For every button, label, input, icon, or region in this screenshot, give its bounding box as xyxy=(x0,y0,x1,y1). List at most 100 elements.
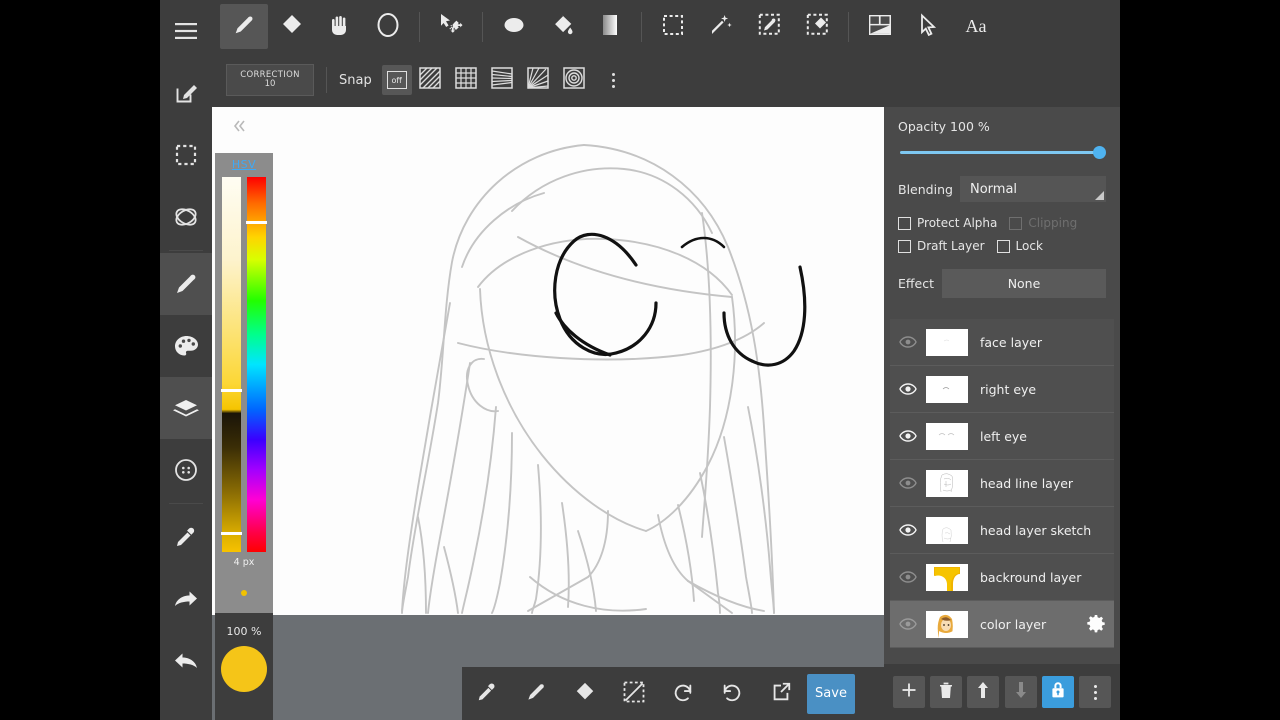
hsv-mode-label[interactable]: HSV xyxy=(215,153,273,171)
hue-marker[interactable] xyxy=(246,221,267,224)
tool-select-draw[interactable] xyxy=(745,4,793,49)
save-button[interactable]: Save xyxy=(807,673,855,714)
table-row[interactable]: color layer xyxy=(890,601,1114,648)
undo-arrow-icon xyxy=(173,651,199,671)
snap-concentric-button[interactable] xyxy=(484,62,520,98)
opacity-slider-track[interactable] xyxy=(900,151,1096,154)
sv-marker-top[interactable] xyxy=(221,389,242,392)
tool-move[interactable] xyxy=(427,4,475,49)
tool-gradient[interactable] xyxy=(586,4,634,49)
layer-visibility-toggle[interactable] xyxy=(890,618,926,630)
table-row[interactable]: backround layer xyxy=(890,554,1114,601)
layer-visibility-toggle[interactable] xyxy=(890,571,926,583)
checkbox-box xyxy=(898,216,911,230)
current-color-swatch[interactable] xyxy=(221,646,267,692)
eraser-icon xyxy=(280,13,304,41)
lock-layer-button[interactable] xyxy=(1041,676,1074,708)
sidebar-item-undo[interactable] xyxy=(160,630,212,692)
filled-ellipse-icon xyxy=(501,15,527,39)
canvas-undo-button[interactable] xyxy=(658,667,707,720)
sidebar-item-selection[interactable] xyxy=(160,124,212,186)
correction-setting[interactable]: CORRECTION 10 xyxy=(226,64,314,96)
blending-mode-select[interactable]: Normal xyxy=(960,176,1106,202)
tool-bucket[interactable] xyxy=(538,4,586,49)
tool-text[interactable]: Aa xyxy=(952,4,1000,49)
sidebar-item-settings[interactable] xyxy=(160,439,212,501)
draft-layer-checkbox[interactable]: Draft Layer xyxy=(898,239,985,253)
snap-grid-icon xyxy=(454,67,477,93)
snap-grid-button[interactable] xyxy=(448,62,484,98)
tool-frame-divide[interactable] xyxy=(856,4,904,49)
eyedropper-icon xyxy=(476,681,498,707)
pencil-icon xyxy=(173,271,199,297)
tool-blur[interactable] xyxy=(364,4,412,49)
add-layer-button[interactable] xyxy=(892,676,925,708)
letterbox-left xyxy=(0,0,160,720)
snap-off-button[interactable]: off xyxy=(381,65,412,95)
drawing-canvas[interactable] xyxy=(212,107,884,615)
layer-list[interactable]: face layer right eye left eye head line … xyxy=(890,319,1114,720)
panel-collapse-button[interactable] xyxy=(226,115,252,141)
effect-select-button[interactable]: None xyxy=(942,269,1106,298)
layer-visibility-toggle[interactable] xyxy=(890,336,926,348)
table-row[interactable]: head line layer xyxy=(890,460,1114,507)
table-row[interactable]: face layer xyxy=(890,319,1114,366)
color-picker-panel[interactable]: HSV 4 px xyxy=(215,153,273,613)
color-swatch-panel[interactable]: 100 % xyxy=(215,613,273,720)
top-toolbar: Aa xyxy=(212,0,1120,53)
export-share-icon xyxy=(770,681,792,707)
lock-checkbox[interactable]: Lock xyxy=(996,239,1043,253)
sidebar-item-layers[interactable] xyxy=(160,377,212,439)
layer-settings-gear-icon[interactable] xyxy=(1086,614,1106,638)
tool-select-rect[interactable] xyxy=(649,4,697,49)
saturation-value-bar[interactable] xyxy=(221,177,242,552)
opacity-slider-knob[interactable] xyxy=(1093,146,1106,159)
delete-layer-button[interactable] xyxy=(929,676,962,708)
toolbar-separator-4 xyxy=(848,11,849,42)
protect-alpha-checkbox[interactable]: Protect Alpha xyxy=(898,216,997,230)
sidebar-item-canvas-edit[interactable] xyxy=(160,62,212,124)
canvas-redo-button[interactable] xyxy=(707,667,756,720)
move-layer-up-button[interactable] xyxy=(967,676,1000,708)
canvas-brush-button[interactable] xyxy=(511,667,560,720)
canvas-area[interactable]: HSV 4 px 100 % Save xyxy=(212,107,884,720)
tool-magic-wand[interactable] xyxy=(697,4,745,49)
canvas-deselect-button[interactable] xyxy=(609,667,658,720)
snap-radial-button[interactable] xyxy=(520,62,556,98)
blending-mode-value: Normal xyxy=(970,181,1018,197)
canvas-export-button[interactable] xyxy=(756,667,805,720)
table-row[interactable]: head layer sketch xyxy=(890,507,1114,554)
hue-bar[interactable] xyxy=(246,177,267,552)
layer-visibility-toggle[interactable] xyxy=(890,383,926,395)
tool-eraser[interactable] xyxy=(268,4,316,49)
snap-concentric-icon xyxy=(490,67,513,93)
tool-pointer[interactable] xyxy=(904,4,952,49)
layer-more-button[interactable] xyxy=(1079,676,1112,708)
dots-circle-icon xyxy=(174,458,198,482)
tool-smudge[interactable] xyxy=(316,4,364,49)
table-row[interactable]: right eye xyxy=(890,366,1114,413)
layer-visibility-toggle[interactable] xyxy=(890,477,926,489)
tool-shape[interactable] xyxy=(490,4,538,49)
snap-circle-button[interactable] xyxy=(556,62,592,98)
left-sidebar xyxy=(160,0,212,720)
layer-visibility-toggle[interactable] xyxy=(890,430,926,442)
sidebar-item-transform[interactable] xyxy=(160,186,212,248)
canvas-eyedropper-button[interactable] xyxy=(462,667,511,720)
sv-marker-bottom[interactable] xyxy=(221,532,242,535)
canvas-eraser-button[interactable] xyxy=(560,667,609,720)
sidebar-item-palette[interactable] xyxy=(160,315,212,377)
tool-select-erase[interactable] xyxy=(793,4,841,49)
layer-visibility-toggle[interactable] xyxy=(890,524,926,536)
opacity-slider[interactable] xyxy=(898,144,1106,162)
tool-brush[interactable] xyxy=(220,4,268,49)
subbar-more-button[interactable] xyxy=(600,65,628,95)
sidebar-item-redo[interactable] xyxy=(160,568,212,630)
sidebar-item-color-picker[interactable] xyxy=(160,506,212,568)
correction-value: 10 xyxy=(264,79,276,89)
sidebar-item-menu[interactable] xyxy=(160,0,212,62)
sidebar-item-brush[interactable] xyxy=(160,253,212,315)
undo-circle-icon xyxy=(672,681,694,707)
snap-parallel-button[interactable] xyxy=(412,62,448,98)
table-row[interactable]: left eye xyxy=(890,413,1114,460)
